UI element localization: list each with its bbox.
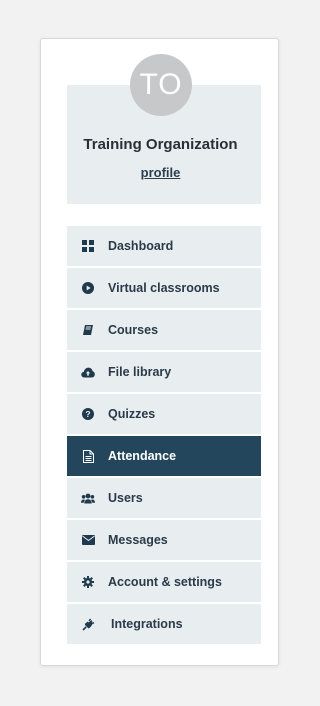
document-icon: [81, 449, 95, 463]
sidebar-item-label: Account & settings: [108, 575, 222, 589]
svg-text:?: ?: [85, 409, 90, 419]
profile-link[interactable]: profile: [41, 165, 280, 180]
sidebar-menu: Dashboard Virtual classrooms Courses Fil…: [67, 226, 261, 646]
avatar[interactable]: TO: [130, 54, 192, 116]
cloud-upload-icon: [81, 365, 95, 379]
sidebar-item-label: Dashboard: [108, 239, 174, 253]
sidebar-item-messages[interactable]: Messages: [67, 520, 261, 560]
sidebar-item-label: Integrations: [111, 617, 183, 631]
question-circle-icon: ?: [81, 407, 95, 421]
sidebar-item-file-library[interactable]: File library: [67, 352, 261, 392]
gear-icon: [81, 575, 95, 589]
users-icon: [81, 491, 95, 505]
sidebar-item-label: Quizzes: [108, 407, 156, 421]
sidebar-item-quizzes[interactable]: ? Quizzes: [67, 394, 261, 434]
sidebar-item-users[interactable]: Users: [67, 478, 261, 518]
sidebar-item-label: Virtual classrooms: [108, 281, 220, 295]
sidebar-item-integrations[interactable]: Integrations: [67, 604, 261, 644]
sidebar-item-label: Attendance: [108, 449, 177, 463]
envelope-icon: [81, 533, 95, 547]
dashboard-grid-icon: [81, 239, 95, 253]
play-circle-icon: [81, 281, 95, 295]
sidebar-item-courses[interactable]: Courses: [67, 310, 261, 350]
sidebar-item-label: Users: [108, 491, 143, 505]
sidebar-item-label: File library: [108, 365, 172, 379]
sidebar-item-virtual-classrooms[interactable]: Virtual classrooms: [67, 268, 261, 308]
sidebar-item-label: Messages: [108, 533, 168, 547]
sidebar-item-attendance[interactable]: Attendance: [67, 436, 261, 476]
sidebar-item-account-settings[interactable]: Account & settings: [67, 562, 261, 602]
sidebar-item-dashboard[interactable]: Dashboard: [67, 226, 261, 266]
plug-icon: [81, 617, 95, 631]
sidebar-item-label: Courses: [108, 323, 159, 337]
sidebar-card: TO Training Organization profile Dashboa…: [40, 38, 279, 666]
organization-name: Training Organization: [83, 136, 238, 153]
book-icon: [81, 323, 95, 337]
